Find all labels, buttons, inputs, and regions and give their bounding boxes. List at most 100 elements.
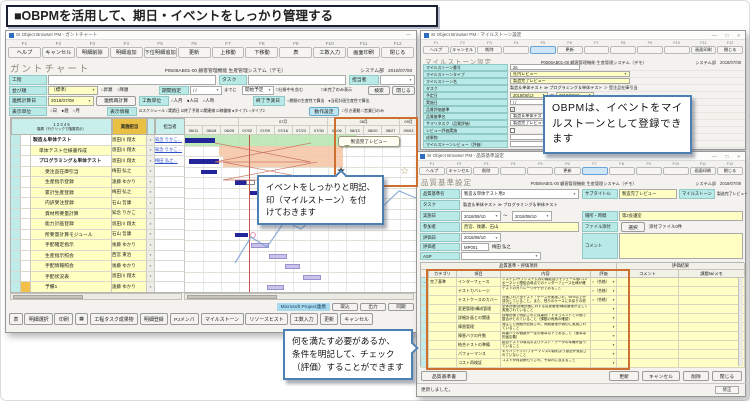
toolbar-button[interactable]: 下移動	[245, 47, 278, 58]
search-button[interactable]: 検索	[368, 86, 390, 96]
exec-date-to[interactable]: 2018/08/10	[512, 211, 552, 221]
toolbar-button[interactable]: 閉じる	[381, 47, 414, 58]
footer-button[interactable]: 表	[9, 313, 23, 325]
evaluator-code-input[interactable]: MP001	[461, 243, 489, 251]
assignee-dropdown-icon[interactable]: ▼	[147, 167, 155, 178]
footer-button[interactable]: リソースヒスト	[245, 313, 288, 325]
assignee-dropdown-icon[interactable]: ▼	[147, 135, 155, 146]
assignee-cell[interactable]: 西宮 東治	[112, 251, 147, 262]
toolbar-button[interactable]	[582, 167, 608, 175]
assignee-cell[interactable]: 恩田川 翔太	[112, 272, 147, 283]
behavior-settings-button[interactable]: 動作設定	[309, 107, 339, 117]
toolbar-button[interactable]	[503, 46, 529, 54]
footer-button[interactable]: 明細選択	[24, 313, 53, 325]
sort-order-radios[interactable]: ○昇順 ○降順	[101, 86, 157, 96]
toolbar-button[interactable]: ヘルプ	[8, 47, 41, 58]
task-name-cell[interactable]: 製造＆単体テスト	[31, 135, 112, 146]
member-cell[interactable]	[155, 209, 185, 220]
task-name-cell[interactable]: 予備1	[31, 282, 112, 293]
assignee-cell[interactable]: 恩田川 翔太	[112, 135, 147, 146]
assignee-dropdown-icon[interactable]: ▼	[147, 272, 155, 283]
member-cell[interactable]: 梅田 弘之…	[155, 156, 185, 167]
member-cell[interactable]	[155, 230, 185, 241]
assignee-select[interactable]	[380, 75, 415, 85]
close-button[interactable]: 閉じる	[392, 86, 415, 96]
task-name-cell[interactable]: 生産指示照会	[31, 251, 112, 262]
assignee-dropdown-icon[interactable]: ▼	[147, 282, 155, 293]
footer-button[interactable]: 更新	[320, 313, 339, 325]
assignee-dropdown-icon[interactable]: ▼	[147, 198, 155, 209]
window-controls[interactable]: —	[406, 33, 413, 38]
start-plan-select[interactable]: 開始予定	[242, 86, 274, 96]
scrollbar-thumb[interactable]	[13, 295, 83, 299]
assignee-dropdown-icon[interactable]: ▼	[147, 261, 155, 272]
cancel-button[interactable]: キャンセル	[642, 371, 680, 381]
assignee-cell[interactable]: 後藤 ゆかり	[112, 261, 147, 272]
assignee-cell[interactable]: 恩田川 翔太	[112, 219, 147, 230]
scrollbar-thumb[interactable]	[187, 295, 277, 299]
toolbar-button[interactable]: 下位明細追加	[144, 47, 177, 58]
toolbar-button[interactable]: 更新	[557, 46, 583, 54]
left-pane-scrollbar[interactable]	[10, 293, 182, 300]
footer-button[interactable]: キャンセル	[340, 313, 373, 325]
task-name-cell[interactable]: 手配情報照会	[31, 261, 112, 272]
footer-button[interactable]: 明細登録	[140, 313, 169, 325]
toolbar-button[interactable]: 閉じる	[717, 46, 743, 54]
toolbar-button[interactable]	[530, 46, 556, 54]
member-cell[interactable]	[155, 177, 185, 188]
grid-header-member[interactable]: 担当者	[155, 118, 185, 135]
assignee-dropdown-icon[interactable]: ▼	[147, 146, 155, 157]
assignee-cell[interactable]: 石山 哲康	[112, 230, 147, 241]
member-cell[interactable]	[155, 261, 185, 272]
extra-checkboxes[interactable]: □引き連動 □営業日のみ	[342, 107, 414, 117]
assignee-dropdown-icon[interactable]: ▼	[147, 219, 155, 230]
task-name-cell[interactable]: 単体テスト仕様書作成	[31, 146, 112, 157]
field-dropdown[interactable]: 社内レビュー	[510, 71, 630, 77]
toolbar-button[interactable]: 明細追加	[110, 47, 143, 58]
assignee-dropdown-icon[interactable]: ▼	[147, 230, 155, 241]
task-name-cell[interactable]: 能力計画登録	[31, 219, 112, 230]
sort-select[interactable]: （標準）	[48, 86, 98, 96]
toolbar-button[interactable]	[527, 167, 553, 175]
grid-header-assignee[interactable]: 実施担当	[112, 118, 147, 135]
eval-date-input[interactable]: 2018/08/10	[461, 233, 501, 242]
member-cell[interactable]	[155, 251, 185, 262]
sync-button[interactable]: 同期	[388, 303, 414, 311]
assignee-cell[interactable]: 遠藤 ゆかり	[112, 177, 147, 188]
member-cell[interactable]	[155, 167, 185, 178]
member-cell[interactable]: 知念 りかこ…	[155, 146, 185, 157]
toolbar-button[interactable]	[636, 167, 662, 175]
toolbar-button[interactable]	[500, 167, 526, 175]
window-controls[interactable]: — □ ×	[712, 153, 742, 160]
assignee-dropdown-icon[interactable]: ▼	[147, 177, 155, 188]
assignee-cell[interactable]: 恩田川 翔太	[112, 156, 147, 167]
gantt-titlebar[interactable]: SI Object Browser PM - ガントチャート —	[6, 31, 416, 40]
toolbar-button[interactable]: 明細削除	[76, 47, 109, 58]
assignee-dropdown-icon[interactable]: ▼	[147, 251, 155, 262]
assignee-cell[interactable]: 遠藤 ゆかり	[112, 282, 147, 293]
timeline-scrollbar[interactable]	[184, 293, 414, 300]
member-cell[interactable]	[155, 188, 185, 199]
toolbar-button[interactable]: 表	[279, 47, 312, 58]
task-name-cell[interactable]: プログラミング＆単体テスト	[31, 156, 112, 167]
update-button[interactable]: 更新	[609, 371, 639, 381]
toolbar-button[interactable]: 閉じる	[717, 167, 743, 175]
assignee-dropdown-icon[interactable]: ▼	[147, 156, 155, 167]
exec-date-from[interactable]: 2018/08/10	[461, 211, 501, 221]
member-link[interactable]: 知念 りかこ…	[155, 137, 182, 143]
task-name-cell[interactable]: 受注品在庫引当	[31, 167, 112, 178]
member-cell[interactable]	[155, 198, 185, 209]
task-name-cell[interactable]: 累計生産登録	[31, 188, 112, 199]
close-button[interactable]: 閉じる	[712, 371, 742, 381]
toolbar-button[interactable]	[664, 46, 690, 54]
comment-textarea[interactable]	[619, 233, 743, 259]
recalc-button[interactable]: 連携再計算	[96, 96, 136, 106]
assignee-cell[interactable]: 梅田 弘之	[112, 167, 147, 178]
footer-button[interactable]: ▦	[75, 313, 89, 325]
field-input[interactable]: 26	[510, 64, 580, 70]
footer-button[interactable]: 工数入力	[290, 313, 319, 325]
toolbar-button[interactable]: 削除	[473, 167, 499, 175]
field-input[interactable]: 製造完了レビュー	[510, 78, 630, 84]
display-info-checkboxes[interactable]: ☑スケジュール □実績日 ☑終了予測 ☑関連線 ☑稼働線 ●タイプ1 ○タイプ2	[139, 107, 307, 117]
footer-button[interactable]: マイルストーン	[201, 313, 244, 325]
